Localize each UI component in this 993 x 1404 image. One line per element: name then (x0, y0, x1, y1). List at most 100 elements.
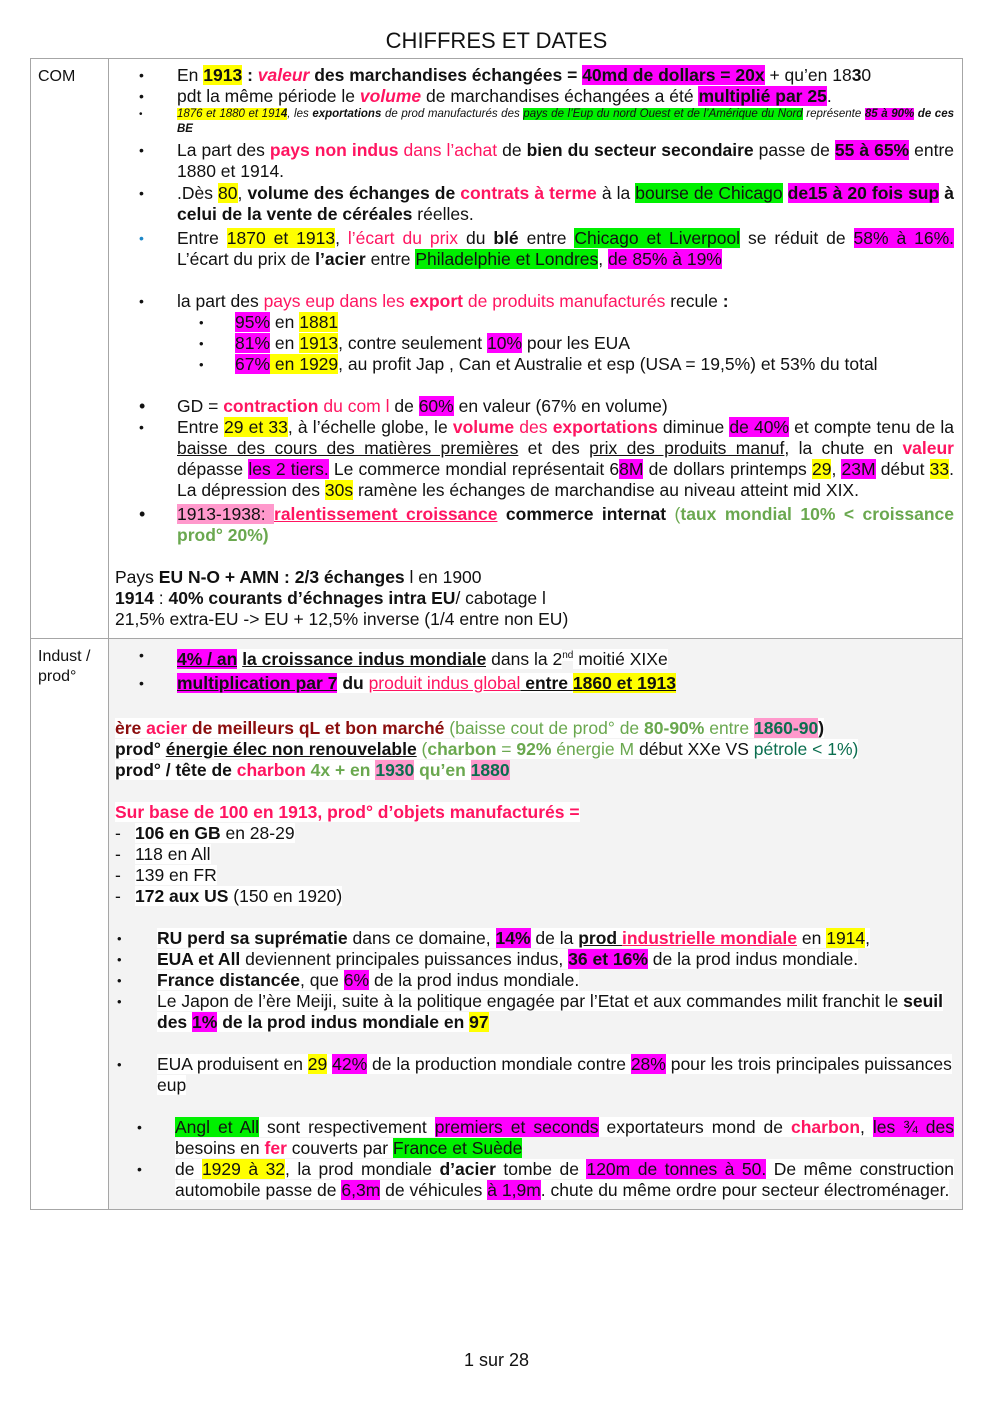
highlight-value: 36 et 16% (568, 948, 648, 969)
highlight-value: premiers et seconds (434, 1116, 599, 1137)
text: sont respectivement (259, 1116, 435, 1137)
text: . (826, 86, 832, 106)
highlight-value: 67% (235, 354, 271, 374)
text: (150 en 1920) (228, 885, 343, 906)
list-item: Angl et All sont respectivement premiers… (115, 1116, 955, 1159)
text: de meilleurs qL et bon marché (187, 717, 445, 738)
text: Entre (177, 228, 227, 248)
highlight-value: 8M (619, 459, 644, 479)
paragraph: Sur base de 100 en 1913, prod° d’objets … (115, 801, 954, 823)
list-item: EUA et All deviennent principales puissa… (115, 948, 954, 970)
highlight-value: de 85% à 19% (608, 249, 722, 269)
table-row-indust: Indust / prod° 4% / an la croissance ind… (30, 638, 963, 1210)
text: des marchandises échangées = (309, 65, 583, 85)
text: du (458, 228, 494, 248)
keyword: export (409, 291, 463, 311)
green-note: qu’en (414, 759, 471, 780)
highlight-value: 120m de tonnes à 50. (586, 1158, 767, 1179)
text: besoins en (175, 1137, 265, 1158)
text: ) (818, 717, 825, 738)
superscript: nd (562, 650, 574, 661)
highlight-year: 30s (324, 480, 354, 500)
highlight-value: les ¾ des (872, 1116, 955, 1137)
page-indicator: 1 sur 28 (463, 1350, 530, 1370)
text: l’acier (315, 249, 366, 269)
highlight-value: 58% à 16%. (853, 228, 954, 248)
highlight-year: 1870 et 1913 (226, 228, 336, 248)
text: 40% courants d’échnages intra EU (168, 588, 456, 608)
list-item: Entre 1870 et 1913, l’écart du prix du b… (115, 228, 954, 270)
highlight-value: à 1,9m (487, 1179, 541, 1200)
keyword: de produits manufacturés (463, 291, 666, 311)
keyword: acier (146, 717, 188, 738)
keyword: volume (452, 417, 515, 437)
text: , (237, 183, 248, 203)
text: entre (520, 672, 573, 693)
text: En (177, 65, 204, 85)
highlight-value: 1% (192, 1011, 218, 1032)
text: de dollars printemps (643, 459, 812, 479)
highlight-year: 1860 et 1913 (572, 672, 677, 693)
text: ramène les échanges de marchandise au ni… (353, 480, 859, 500)
green-note: (baisse cout de prod° de (444, 717, 645, 738)
text: dépasse (177, 459, 249, 479)
highlight-value: 40md de dollars = 20x (582, 65, 765, 85)
text: , (860, 1116, 873, 1137)
text: en (270, 312, 300, 332)
text: 118 en All (135, 843, 211, 864)
underlined-text: la croissance indus mondiale (242, 648, 487, 669)
sub-list-item: 95% en 1881 (115, 312, 954, 333)
text: entre (518, 228, 575, 248)
text: , (865, 927, 871, 948)
keyword: pays eup dans les (263, 291, 410, 311)
list-item: .Dès 80, volume des échanges de contrats… (115, 183, 954, 225)
list-item: la part des pays eup dans les export de … (115, 291, 954, 312)
text: , (598, 249, 609, 269)
text: exportateurs mond de (598, 1116, 791, 1137)
text: moitié XIXe (573, 648, 668, 669)
list-item: RU perd sa suprématie dans ce domaine, 1… (115, 927, 954, 949)
underlined-text: baisse des cours des matières premières (177, 438, 519, 458)
keyword: industrielle mondiale (621, 927, 798, 948)
text: la part des (177, 291, 264, 311)
text: réelles. (412, 204, 474, 224)
text: Entre (177, 417, 224, 437)
highlight-year: 1913 (203, 65, 243, 85)
keyword: du com l (318, 396, 390, 416)
underlined-text: énergie élec non renouvelable (165, 738, 417, 759)
highlight-year: 33 (929, 459, 950, 479)
list-item: GD = contraction du com l de 60% en vale… (115, 396, 954, 417)
keyword: dans l’achat (398, 140, 498, 160)
text: Le commerce mondial représentait 6 (328, 459, 620, 479)
text: deviennent principales puissances indus, (240, 948, 569, 969)
highlight-year: en 1929 (270, 354, 339, 374)
list-item: Entre 29 et 33, à l’échelle globe, le vo… (115, 417, 954, 501)
highlight-value: de15 à 20 fois sup (787, 183, 940, 203)
list-item: En 1913 : valeur des marchandises échang… (115, 65, 954, 86)
text: de la prod indus mondiale en (217, 1011, 470, 1032)
text: de la production mondiale contre (367, 1053, 631, 1074)
text: pour les EUA (522, 333, 630, 353)
text: , (831, 459, 842, 479)
text: l en 1900 (404, 567, 482, 587)
list-item: France distancée, que 6% de la prod indu… (115, 969, 954, 991)
text: France distancée (157, 969, 300, 990)
keyword: charbon (236, 759, 306, 780)
text: EU N-O + AMN : 2/3 échanges (158, 567, 405, 587)
row-label-indust: Indust / prod° (30, 638, 109, 1210)
text: de véhicules (380, 1179, 488, 1200)
section-heading: Sur base de 100 en 1913, prod° d’objets … (115, 801, 580, 822)
text: tombe de (495, 1158, 587, 1179)
indust-content: 4% / an la croissance indus mondiale dan… (108, 638, 963, 1210)
facts-table: COM En 1913 : valeur des marchandises éc… (30, 58, 963, 1210)
text: en valeur (67% en volume) (453, 396, 668, 416)
paragraph: 21,5% extra-EU -> EU + 12,5% inverse (1/… (115, 609, 569, 629)
list-item: EUA produisent en 29 42% de la productio… (115, 1053, 954, 1096)
dash-item: 118 en All (115, 843, 954, 865)
keyword: contraction (223, 396, 319, 416)
text: de (389, 396, 419, 416)
keyword: exportations (552, 417, 658, 437)
text: de la prod indus mondiale. (647, 948, 859, 969)
highlight-year: 1929 à 32 (201, 1158, 286, 1179)
paragraph: prod° énergie élec non renouvelable (cha… (115, 738, 954, 760)
